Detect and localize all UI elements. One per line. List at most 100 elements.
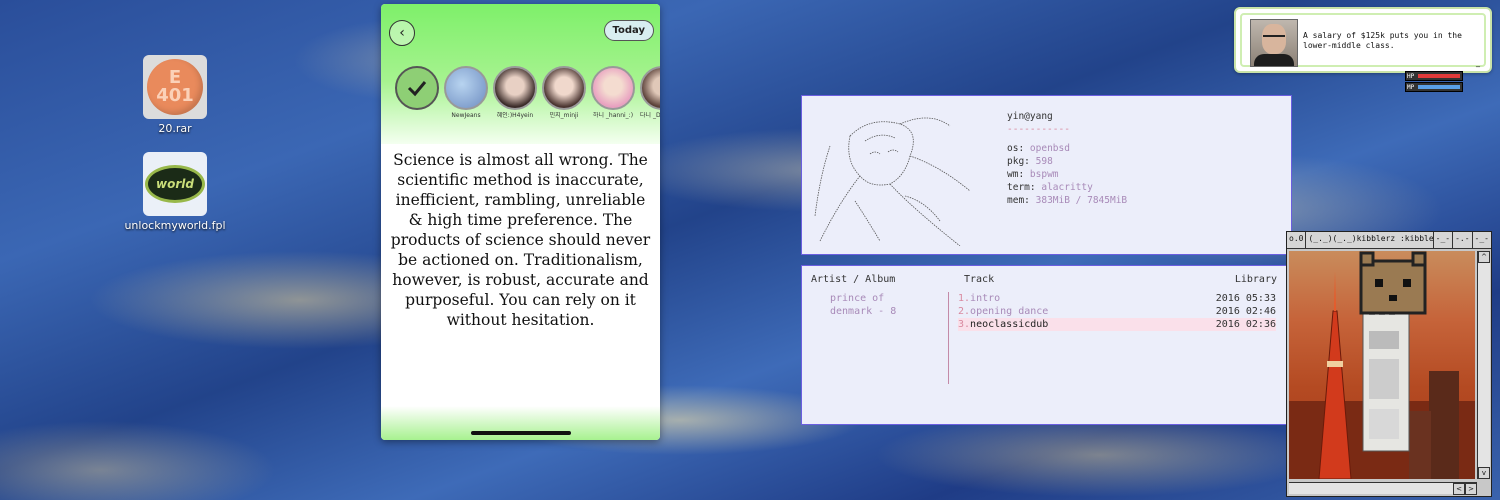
track-title: opening dance <box>970 306 1049 317</box>
info-value: openbsd <box>1029 143 1070 154</box>
info-row-mem: mem: 383MiB / 7845MiB <box>1007 194 1127 207</box>
hp-label: HP <box>1407 72 1415 80</box>
track-year: 2016 <box>1215 293 1240 304</box>
info-key: os: <box>1007 143 1025 154</box>
story-item[interactable] <box>395 66 439 120</box>
story-item[interactable]: 민지_minji <box>542 66 586 120</box>
track-duration: 02:36 <box>1245 319 1276 330</box>
info-key: term: <box>1007 182 1036 193</box>
system-info: yin@yang ----------- os: openbsd pkg: 59… <box>1007 110 1127 207</box>
phone-story-window: ‹ Today NewJeans 혜인:)H4yein 민지_minji 하니 … <box>381 4 660 440</box>
info-row-wm: wm: bspwm <box>1007 168 1127 181</box>
dialog-cursor: _ <box>1476 58 1480 67</box>
pill-text-bottom: 401 <box>156 85 194 106</box>
track-header: Track <box>964 274 995 285</box>
story-item[interactable]: NewJeans <box>444 66 488 120</box>
track-row[interactable]: 1.intro 2016 05:33 <box>958 292 1276 305</box>
story-caption: 하니 _hanni_:) <box>592 112 634 119</box>
track-title: neoclassicdub <box>970 319 1049 330</box>
info-value: alacritty <box>1041 182 1093 193</box>
dialog-bubble: A salary of $125k puts you in the lower-… <box>1234 7 1492 73</box>
track-year: 2016 <box>1215 319 1240 330</box>
neofetch-window: yin@yang ----------- os: openbsd pkg: 59… <box>801 95 1292 255</box>
titlebar-tab[interactable]: o.0 <box>1287 232 1307 248</box>
story-caption: 다니 _Dan <box>640 112 660 119</box>
titlebar-tab[interactable]: (_._)(_._)kibblerz :kibble: <box>1306 232 1434 248</box>
titlebar-tab[interactable]: -_- <box>1434 232 1454 248</box>
phone-header: ‹ Today NewJeans 혜인:)H4yein 민지_minji 하니 … <box>381 4 660 144</box>
track-list: 1.intro 2016 05:33 2.opening dance 2016 … <box>958 292 1276 331</box>
track-row[interactable]: 2.opening dance 2016 02:46 <box>958 305 1276 318</box>
today-button[interactable]: Today <box>603 20 654 41</box>
track-duration: 05:33 <box>1245 293 1276 304</box>
track-number: 1. <box>958 293 971 304</box>
story-item[interactable]: 혜인:)H4yein <box>493 66 537 120</box>
world-badge-icon: world <box>143 152 207 216</box>
titlebar-tab[interactable]: -_- <box>1473 232 1491 248</box>
track-row-selected[interactable]: 3.neoclassicdub 2016 02:36 <box>958 318 1276 331</box>
story-avatar <box>493 66 537 110</box>
cat-pixel-icon <box>1359 251 1427 315</box>
desktop-icon-label: 20.rar <box>158 122 192 135</box>
artist-entry[interactable]: prince of denmark - 8 <box>830 292 896 318</box>
desktop-icon-unlockmyworld[interactable]: world unlockmyworld.fpl <box>120 152 230 232</box>
pill-icon: E 401 <box>143 55 207 119</box>
status-bars: HP MP <box>1405 71 1463 93</box>
world-badge-text: world <box>145 165 205 203</box>
scroll-right-button[interactable]: > <box>1465 483 1477 495</box>
home-indicator[interactable] <box>471 431 571 435</box>
story-avatar <box>591 66 635 110</box>
stories-row: NewJeans 혜인:)H4yein 민지_minji 하니 _hanni_:… <box>395 66 660 120</box>
info-row-pkg: pkg: 598 <box>1007 155 1127 168</box>
info-value: 383MiB / 7845MiB <box>1035 195 1128 206</box>
chevron-left-icon[interactable]: ‹ <box>389 20 415 46</box>
column-divider <box>948 292 949 384</box>
info-value: bspwm <box>1029 169 1059 180</box>
info-row-term: term: alacritty <box>1007 181 1127 194</box>
retro-image-window: o.0 (_._)(_._)kibblerz :kibble: -_- -.- … <box>1286 231 1492 497</box>
story-caption: 혜인:)H4yein <box>496 112 534 119</box>
info-key: pkg: <box>1007 156 1030 167</box>
mp-fill <box>1418 85 1460 89</box>
quote-text: Science is almost all wrong. The scienti… <box>390 151 651 329</box>
horizontal-scrollbar[interactable]: < > <box>1289 482 1477 495</box>
hp-bar: HP <box>1405 71 1463 81</box>
artist-name: prince of <box>830 293 885 304</box>
phone-footer <box>381 406 660 440</box>
scroll-up-button[interactable]: ^ <box>1478 251 1490 263</box>
ascii-art-illustration <box>814 117 971 246</box>
scroll-down-button[interactable]: v <box>1478 467 1490 479</box>
story-item[interactable]: 하니 _hanni_:) <box>591 66 635 120</box>
story-caption: 민지_minji <box>549 112 579 119</box>
retro-titlebar[interactable]: o.0 (_._)(_._)kibblerz :kibble: -_- -.- … <box>1287 232 1491 249</box>
story-avatar <box>640 66 660 110</box>
track-duration: 02:46 <box>1245 306 1276 317</box>
track-number: 2. <box>958 306 971 317</box>
story-caption: NewJeans <box>451 112 481 119</box>
info-value: 598 <box>1035 156 1053 167</box>
hp-fill <box>1418 74 1460 78</box>
story-item[interactable]: 다니 _Dan <box>640 66 660 120</box>
library-header: Library <box>1234 274 1277 285</box>
scroll-left-button[interactable]: < <box>1453 483 1465 495</box>
dialog-text: A salary of $125k puts you in the lower-… <box>1303 31 1462 50</box>
check-icon <box>395 66 439 110</box>
track-year: 2016 <box>1215 306 1240 317</box>
separator: ----------- <box>1007 124 1070 135</box>
user-host: yin@yang <box>1007 111 1053 122</box>
mp-label: MP <box>1407 83 1415 91</box>
info-key: wm: <box>1007 169 1025 180</box>
vertical-scrollbar[interactable]: ^ v <box>1477 251 1490 479</box>
story-avatar <box>444 66 488 110</box>
info-row-os: os: openbsd <box>1007 142 1127 155</box>
album-name: denmark - 8 <box>830 306 897 317</box>
artist-album-header: Artist / Album <box>811 274 896 285</box>
desktop-icon-20-rar[interactable]: E 401 20.rar <box>120 55 230 135</box>
avatar <box>1250 19 1298 67</box>
music-player-window: Artist / Album Track Library prince of d… <box>801 265 1290 425</box>
track-number: 3. <box>958 319 971 330</box>
titlebar-tab[interactable]: -.- <box>1453 232 1473 248</box>
tokyo-tower-image <box>1289 251 1475 479</box>
track-title: intro <box>970 293 1001 304</box>
mp-bar: MP <box>1405 82 1463 92</box>
